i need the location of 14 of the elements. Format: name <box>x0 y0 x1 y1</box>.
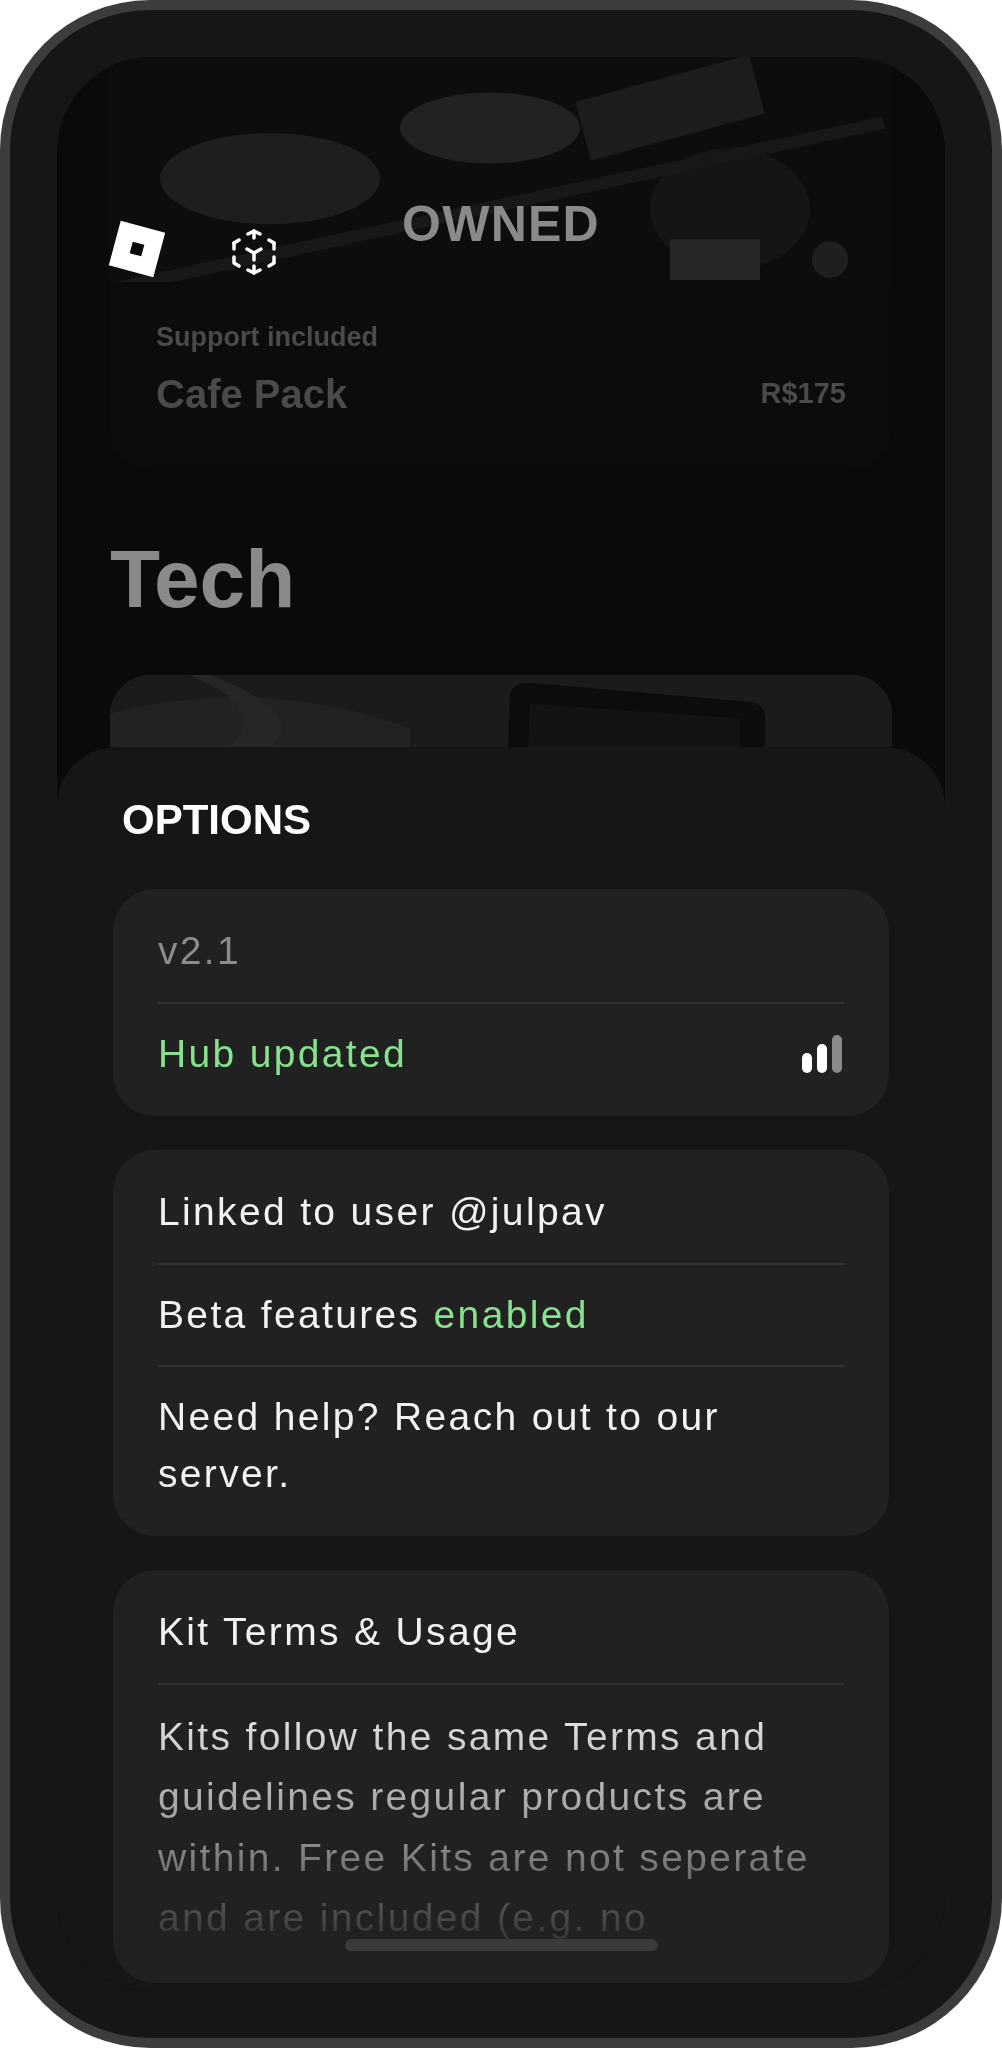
section-title: Tech <box>110 538 297 620</box>
option-text: Linked to user @julpav <box>158 1190 607 1234</box>
cube-icon <box>232 229 276 275</box>
status-text: Hub updated <box>158 1030 408 1077</box>
option-text: Beta features enabled <box>158 1292 589 1336</box>
version-text: v2.1 <box>158 929 242 972</box>
option-text: Kit Terms & Usage <box>158 1610 520 1654</box>
sheet-title: OPTIONS <box>121 799 313 841</box>
product-name: Cafe Pack <box>156 370 348 418</box>
page-title: OWNED <box>402 195 600 254</box>
option-text: Need help? Reach out to our server. <box>158 1395 720 1495</box>
product-subtitle: Support included <box>156 321 379 354</box>
signal-bars-icon <box>802 1034 844 1073</box>
product-price: R$175 <box>760 375 846 411</box>
